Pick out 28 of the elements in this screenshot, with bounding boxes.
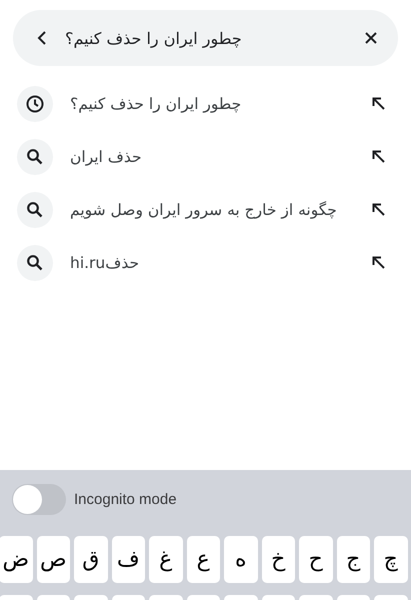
search-query: چطور ایران را حذف کنیم؟ bbox=[65, 28, 243, 48]
history-icon bbox=[17, 86, 53, 122]
arrow-up-left-icon bbox=[371, 254, 387, 270]
arrow-up-left-icon bbox=[371, 202, 387, 218]
suggestion-item[interactable]: چگونه از خارج به سرور ایران وصل شویم bbox=[70, 200, 337, 218]
keyboard-key[interactable]: چ bbox=[374, 536, 408, 583]
suggestion-item[interactable]: hi.ruحذف bbox=[70, 254, 140, 272]
close-icon bbox=[364, 31, 378, 45]
search-field[interactable]: چطور ایران را حذف کنیم؟ bbox=[13, 10, 398, 66]
search-icon bbox=[17, 244, 53, 280]
incognito-label: Incognito mode bbox=[74, 490, 177, 508]
suggestion-item[interactable]: حذف ایران bbox=[70, 148, 142, 166]
suggestion-item[interactable]: چطور ایران را حذف کنیم؟ bbox=[70, 94, 242, 112]
search-icon bbox=[17, 192, 53, 228]
keyboard-key[interactable]: غ bbox=[149, 536, 182, 583]
keyboard-key[interactable]: ق bbox=[74, 536, 108, 583]
arrow-up-left-icon bbox=[371, 96, 387, 112]
keyboard-key[interactable]: ف bbox=[112, 536, 145, 583]
keyboard-key[interactable]: ص bbox=[36, 536, 70, 583]
search-icon bbox=[17, 138, 53, 174]
keyboard-key[interactable]: ه bbox=[224, 536, 258, 583]
keyboard-key[interactable]: ع bbox=[186, 536, 220, 583]
arrow-up-left-icon bbox=[371, 148, 387, 164]
keyboard-key[interactable]: ج bbox=[336, 536, 370, 583]
incognito-toggle[interactable] bbox=[12, 484, 66, 514]
keyboard-key[interactable]: ض bbox=[0, 536, 32, 583]
keyboard-key[interactable]: خ bbox=[262, 536, 295, 583]
keyboard-key[interactable]: ح bbox=[299, 536, 332, 583]
